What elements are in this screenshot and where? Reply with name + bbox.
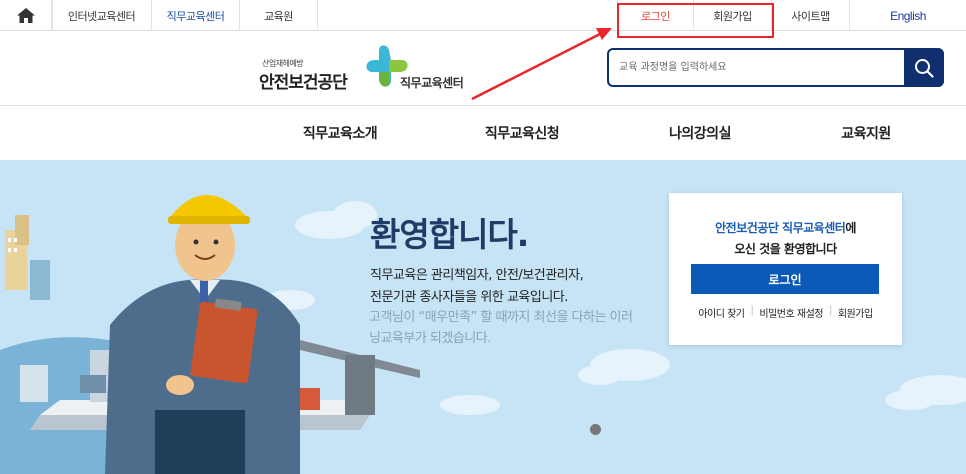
- login-panel: 안전보건공단 직무교육센터에 오신 것을 환영합니다 로그인 아이디 찾기 | …: [669, 193, 902, 345]
- reset-password-link[interactable]: 비밀번호 재설정: [759, 305, 823, 320]
- nav-my-classroom[interactable]: 나의강의실: [640, 106, 760, 160]
- slider-pager-dot[interactable]: [590, 424, 601, 435]
- login-panel-links: 아이디 찾기 | 비밀번호 재설정 | 회원가입: [669, 305, 902, 320]
- divider: |: [828, 305, 832, 316]
- nav-job-edu-apply[interactable]: 직무교육신청: [462, 106, 582, 160]
- main-nav: 직무교육소개 직무교육신청 나의강의실 교육지원: [0, 105, 966, 160]
- hero-text-line: 전문기관 종사자들을 위한 교육입니다.: [370, 290, 568, 305]
- hero-banner: 환영합니다. 직무교육은 관리책임자, 안전/보건관리자, 전문기관 종사자들을…: [0, 160, 966, 474]
- login-panel-welcome: 안전보건공단 직무교육센터에: [669, 219, 902, 236]
- login-panel-org-name: 안전보건공단 직무교육센터: [715, 221, 846, 235]
- hero-subtext-line: 닝교육부가 되겠습니다.: [369, 331, 491, 346]
- login-panel-welcome-line2: 오신 것을 환영합니다: [734, 242, 837, 256]
- nav-job-edu-intro[interactable]: 직무교육소개: [280, 106, 400, 160]
- hero-subtext-line: 고객님이 “매우만족” 할 때까지 최선을 다하는 이러: [369, 310, 633, 325]
- find-id-link[interactable]: 아이디 찾기: [698, 305, 745, 320]
- join-link-panel[interactable]: 회원가입: [838, 305, 873, 320]
- divider: |: [750, 305, 754, 316]
- login-button[interactable]: 로그인: [691, 264, 879, 294]
- hero-text-line: 직무교육은 관리책임자, 안전/보건관리자,: [370, 268, 584, 283]
- hero-title: 환영합니다.: [370, 215, 529, 254]
- nav-edu-support[interactable]: 교육지원: [806, 106, 926, 160]
- login-panel-welcome-suffix: 에: [845, 221, 856, 235]
